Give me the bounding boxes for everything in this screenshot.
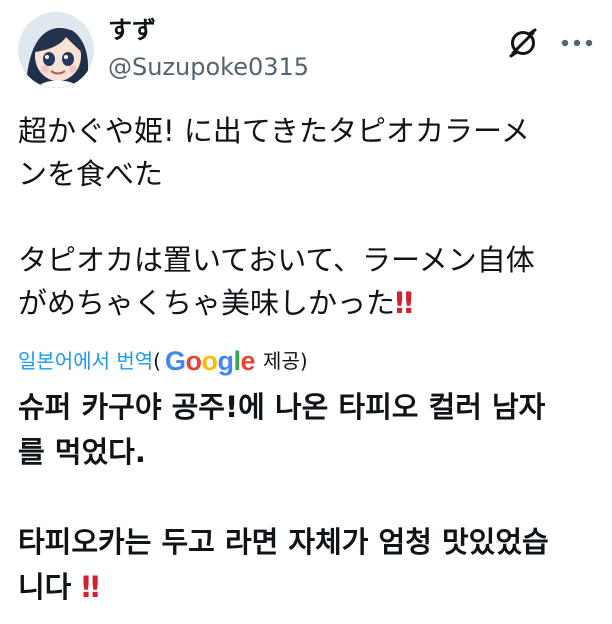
display-name[interactable]: すず bbox=[108, 14, 309, 46]
avatar-image bbox=[18, 12, 94, 88]
translated-from-link[interactable]: 일본어에서 번역 bbox=[18, 344, 153, 378]
translated-line: 타피오카는 두고 라면 자체가 엄청 맛있었습 bbox=[18, 525, 549, 559]
tweet-line-text: がめちゃくちゃ美味しかった bbox=[18, 286, 396, 320]
translated-line: 를 먹었다. bbox=[18, 435, 146, 469]
prohibited-circle-icon[interactable] bbox=[506, 26, 540, 60]
tweet-text: 超かぐや姫! に出てきたタピオカラーメ ンを食べたタピオカは置いておいて、ラーメン… bbox=[18, 110, 598, 325]
translated-tweet-text: 슈퍼 카구야 공주!에 나온 타피오 컬러 남자를 먹었다. 타피오카는 두고 라… bbox=[18, 385, 602, 610]
double-exclamation-icon: ‼ bbox=[81, 570, 99, 604]
translation-attribution: 일본어에서 번역 ( Google 제공) bbox=[18, 344, 308, 378]
google-logo: Google bbox=[164, 346, 256, 376]
tweet-line: 超かぐや姫! に出てきたタピオカラーメ bbox=[18, 114, 530, 148]
tweet-line: タピオカは置いておいて、ラーメン自体 bbox=[18, 243, 535, 277]
author-names: すず @Suzupoke0315 bbox=[108, 14, 309, 84]
tweet-header: すず @Suzupoke0315 bbox=[18, 12, 594, 88]
more-horizontal-icon[interactable] bbox=[560, 34, 594, 52]
author-handle[interactable]: @Suzupoke0315 bbox=[108, 50, 309, 84]
translated-line: 슈퍼 카구야 공주!에 나온 타피오 컬러 남자 bbox=[18, 390, 546, 424]
open-paren: ( bbox=[153, 349, 161, 373]
tweet-line: がめちゃくちゃ美味しかった‼ bbox=[18, 282, 598, 325]
tweet-line: ンを食べた bbox=[18, 157, 164, 191]
avatar[interactable] bbox=[18, 12, 94, 88]
translated-line: 니다 ‼ bbox=[18, 565, 602, 610]
translated-line-text: 니다 bbox=[18, 570, 72, 604]
provided-label: 제공) bbox=[263, 349, 308, 373]
double-exclamation-icon: ‼ bbox=[395, 286, 413, 320]
